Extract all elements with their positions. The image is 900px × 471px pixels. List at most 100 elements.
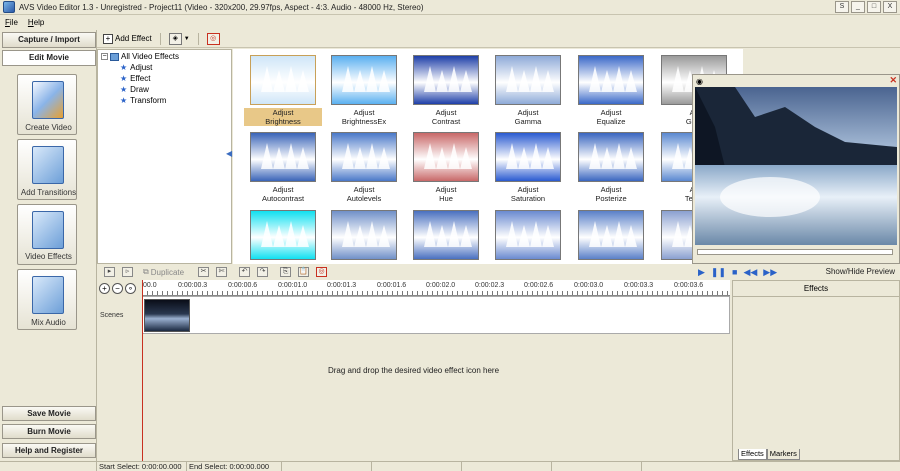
sail-shape [613, 66, 625, 92]
stop-icon[interactable]: ■ [732, 267, 737, 277]
menu-help[interactable]: Help [23, 18, 49, 27]
sail-shape [625, 147, 637, 169]
status-cell-empty [372, 462, 462, 471]
timeline-view-icon[interactable]: ▹ [122, 267, 133, 277]
collapse-icon[interactable]: − [101, 53, 108, 60]
effect-settings-icon[interactable]: ◎ [206, 32, 220, 45]
view-mode-dropdown-icon[interactable]: ▼ [184, 36, 190, 42]
split-icon[interactable]: ✂ [198, 267, 210, 277]
maximize-button[interactable]: □ [867, 1, 881, 13]
ruler-scale [142, 291, 730, 295]
timeline-toolbar: ▸ ▹ ⧉ Duplicate ✂ ✄ ↶ ↷ ⎘ 📋 ◎ [97, 264, 692, 280]
effect-thumbnail[interactable]: Adjust Hue [413, 129, 479, 203]
effect-thumbnail[interactable]: Adjust Contrast [413, 52, 479, 126]
zoom-out-icon[interactable]: − [112, 282, 123, 294]
effect-thumbnail[interactable] [250, 207, 316, 264]
timeline-settings-icon[interactable]: ◎ [316, 267, 328, 277]
zoom-in-icon[interactable]: + [99, 282, 110, 294]
effect-thumbnail[interactable]: Adjust Brightness [244, 52, 322, 126]
timeline-ruler[interactable]: 00.0 0:00:00.3 0:00:00.6 0:00:01.0 0:00:… [142, 280, 730, 296]
effect-label-line2: Saturation [510, 194, 546, 203]
video-clip-thumbnail[interactable] [144, 299, 190, 332]
sail-shape [342, 143, 354, 169]
burn-movie-button[interactable]: Burn Movie [2, 424, 96, 439]
sail-shape [378, 225, 390, 247]
copy-icon[interactable]: ⎘ [280, 267, 292, 277]
toolbar-separator [159, 32, 161, 45]
effect-label: Adjust Autocontrast [244, 185, 322, 203]
effect-thumbnail[interactable]: Adjust Autolevels [331, 129, 397, 203]
effect-label: Adjust Gamma [489, 108, 567, 126]
help-register-button[interactable]: Help and Register [2, 443, 96, 458]
sail-shape [530, 66, 542, 92]
tree-item-label: Adjust [130, 63, 153, 72]
effect-label: Adjust Equalize [572, 108, 650, 126]
effect-thumbnail[interactable] [413, 207, 479, 264]
sail-shape [613, 143, 625, 169]
play-icon[interactable]: ▶ [698, 267, 705, 278]
effect-label-line2: Autocontrast [261, 194, 305, 203]
sail-shape [518, 70, 530, 92]
ruler-tick: 0:00:03.6 [674, 282, 704, 289]
close-button[interactable]: X [883, 1, 897, 13]
redo-icon[interactable]: ↷ [257, 267, 269, 277]
effect-label: Adjust Brightness [244, 108, 322, 126]
save-movie-button[interactable]: Save Movie [2, 406, 96, 421]
effect-thumbnail[interactable] [578, 207, 644, 264]
storyboard-icon[interactable]: ▸ [104, 267, 115, 277]
tree-item-draw[interactable]: ★ Draw [120, 85, 149, 94]
effect-thumbnail[interactable]: Adjust Saturation [495, 129, 561, 203]
sail-shape [378, 70, 390, 92]
timeline-drop-area[interactable] [97, 335, 730, 461]
preview-close-icon[interactable]: ✕ [889, 75, 897, 86]
duplicate-button[interactable]: ⧉ Duplicate [143, 267, 184, 277]
effect-thumbnail[interactable]: Adjust Autocontrast [250, 129, 316, 203]
panel-splitter[interactable]: ◀ [224, 49, 233, 264]
edit-movie-button[interactable]: Edit Movie [2, 50, 96, 66]
tree-item-label: Effect [130, 74, 151, 83]
effect-label-line2: BrightnessEx [341, 117, 387, 126]
collapse-arrow-icon[interactable]: ◀ [226, 149, 232, 158]
sail-shape [506, 221, 518, 247]
effect-thumbnail[interactable]: Adjust BrightnessEx [331, 52, 397, 126]
sail-shape [672, 143, 684, 169]
effect-thumbnail[interactable] [331, 207, 397, 264]
effect-thumbnail[interactable] [495, 207, 561, 264]
preview-seek-bar[interactable] [697, 249, 893, 255]
scenes-track[interactable] [142, 296, 730, 334]
undo-icon[interactable]: ↶ [239, 267, 251, 277]
sail-shape [672, 66, 684, 92]
minimize-button[interactable]: _ [851, 1, 865, 13]
view-mode-icon[interactable]: ◈ [168, 32, 182, 45]
status-blank [0, 462, 97, 471]
trim-icon[interactable]: ✄ [216, 267, 228, 277]
capture-import-button[interactable]: Capture / Import [2, 32, 96, 48]
tree-root-all-effects[interactable]: − All Video Effects [101, 52, 179, 61]
effect-preview-image [495, 55, 561, 105]
effect-preview-image [578, 132, 644, 182]
add-effect-button[interactable]: + Add Effect [103, 33, 152, 44]
tab-effects[interactable]: Effects [738, 449, 767, 460]
forward-icon[interactable]: ▶▶ [763, 267, 777, 278]
effect-thumbnail[interactable]: Adjust Posterize [578, 129, 644, 203]
ruler-tick: 0:00:02.0 [426, 282, 456, 289]
sail-shape [261, 221, 273, 247]
zoom-fit-icon[interactable]: ∘ [125, 282, 136, 294]
tree-item-transform[interactable]: ★ Transform [120, 96, 166, 105]
effect-thumbnail[interactable]: Adjust Gamma [495, 52, 561, 126]
tree-item-effect[interactable]: ★ Effect [120, 74, 150, 83]
menu-file[interactable]: File [0, 18, 23, 27]
show-hide-preview-button[interactable]: Show/Hide Preview [826, 267, 895, 276]
paste-icon[interactable]: 📋 [298, 267, 310, 277]
skin-button[interactable]: S [835, 1, 849, 13]
pause-icon[interactable]: ❚❚ [711, 267, 726, 278]
tree-item-adjust[interactable]: ★ Adjust [120, 63, 152, 72]
status-bar: Start Select: 0:00:00.000 End Select: 0:… [0, 461, 900, 471]
star-icon: ★ [120, 85, 128, 94]
tab-markers[interactable]: Markers [766, 449, 800, 460]
folder-icon [110, 52, 119, 61]
rewind-icon[interactable]: ◀◀ [743, 267, 757, 278]
effect-preview-image [331, 210, 397, 260]
preview-screen [695, 87, 897, 245]
effect-thumbnail[interactable]: Adjust Equalize [578, 52, 644, 126]
